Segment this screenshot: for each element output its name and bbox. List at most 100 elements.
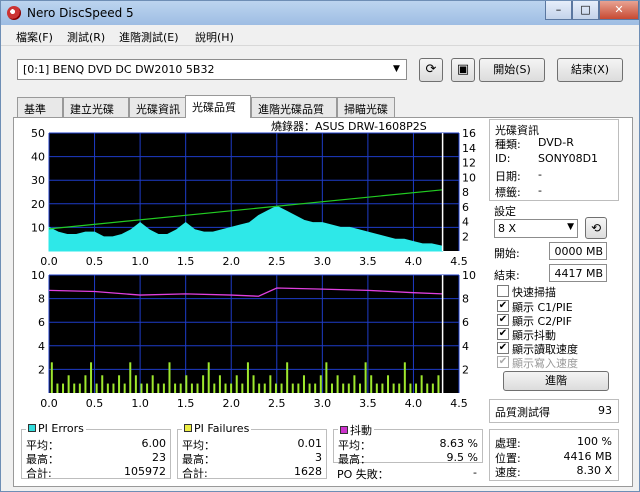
process-label: 處理: <box>495 437 521 450</box>
x-tick-label: 0.5 <box>86 255 104 267</box>
chevron-down-icon: ▼ <box>393 64 400 74</box>
y-tick-label: 6 <box>38 316 45 329</box>
pif-bar <box>398 383 401 393</box>
tab-scan-disc[interactable]: 掃瞄光碟 <box>337 97 395 117</box>
show-pif-checkbox[interactable]: ✔ <box>497 314 509 326</box>
disc-id-value: SONY08D1 <box>538 152 599 165</box>
disc-date-label: 日期: <box>495 170 521 183</box>
settings-header: 設定 <box>494 205 516 218</box>
jitter-swatch <box>340 426 348 434</box>
pif-bar <box>134 375 137 393</box>
refresh-icon[interactable]: ⟲ <box>585 217 607 239</box>
pif-bar <box>129 362 132 393</box>
pif-bar <box>297 383 300 393</box>
y-tick-label: 30 <box>31 174 45 187</box>
tab-benchmark[interactable]: 基準 <box>17 97 63 117</box>
po-failures: PO 失敗： - <box>337 466 477 481</box>
pif-bar <box>207 362 210 393</box>
pif-bar <box>364 362 367 393</box>
y2-tick-label: 12 <box>462 157 476 170</box>
y2-tick-label: 10 <box>462 171 476 184</box>
pif-bar <box>162 383 165 393</box>
settings-group: 設定 8 X ▼ ⟲ 開始: 0000 MB 結束: 4417 MB 快速掃描 … <box>489 201 619 395</box>
pi-failures-title: PI Failures <box>182 422 252 435</box>
menu-file[interactable]: 檔案(F) <box>16 29 53 45</box>
advanced-button[interactable]: 進階 <box>503 371 609 391</box>
x-tick-label: 2.0 <box>222 255 240 267</box>
tab-disc-info[interactable]: 光碟資訊 <box>129 97 193 117</box>
maximize-button[interactable]: □ <box>572 1 599 20</box>
x-tick-label: 1.0 <box>131 255 149 267</box>
title-bar[interactable]: Nero DiscSpeed 5 – □ ✕ <box>1 1 639 25</box>
x-tick-label: 2.5 <box>268 397 286 410</box>
show-read-speed-checkbox[interactable]: ✔ <box>497 342 509 354</box>
pif-bar <box>325 362 328 393</box>
start-position-field[interactable]: 0000 MB <box>549 242 607 260</box>
progress-group: 處理: 100 % 位置: 4416 MB 速度: 8.30 X <box>489 429 619 481</box>
tab-disc-quality[interactable]: 光碟品質 <box>185 95 251 118</box>
pif-bar <box>95 383 98 393</box>
y2-tick-label: 14 <box>462 142 476 155</box>
disc-type-value: DVD-R <box>538 136 574 149</box>
save-icon[interactable]: ▣ <box>451 58 475 82</box>
window-title: Nero DiscSpeed 5 <box>27 6 134 20</box>
pif-bar <box>202 375 205 393</box>
disc-info-icon[interactable]: ⟳ <box>419 58 443 82</box>
disc-date-value: - <box>538 168 542 181</box>
y2-tick-label: 6 <box>462 316 469 329</box>
menu-help[interactable]: 說明(H) <box>195 29 234 45</box>
menu-advanced[interactable]: 進階測試(E) <box>119 29 179 45</box>
pif-bar <box>123 383 126 393</box>
pif-bar <box>84 375 87 393</box>
x-tick-label: 3.5 <box>359 397 377 410</box>
tab-create-disc[interactable]: 建立光碟 <box>63 97 129 117</box>
pif-bar <box>157 383 160 393</box>
show-pie-checkbox[interactable]: ✔ <box>497 300 509 312</box>
show-jitter-checkbox[interactable]: ✔ <box>497 328 509 340</box>
x-tick-label: 4.5 <box>450 397 468 410</box>
pif-bar <box>246 362 249 393</box>
pif-bar <box>213 383 216 393</box>
pif-bar <box>291 383 294 393</box>
pif-bar <box>179 383 182 393</box>
pi-errors-stats: PI Errors 平均： 6.00 最高： 23 合計: 105972 <box>21 422 171 480</box>
y2-tick-label: 10 <box>462 271 476 282</box>
y2-tick-label: 2 <box>462 363 469 376</box>
drive-select[interactable]: [0:1] BENQ DVD DC DW2010 5B32 ▼ <box>17 59 407 80</box>
pif-bar <box>56 383 59 393</box>
pif-bar <box>431 383 434 393</box>
pif-bar <box>269 375 272 393</box>
show-write-speed-label: 顯示寫入速度 <box>512 357 578 370</box>
x-tick-label: 4.0 <box>405 397 423 410</box>
pif-bar <box>258 383 261 393</box>
y-tick-label: 20 <box>31 198 45 211</box>
start-button[interactable]: 開始(S) <box>479 58 545 82</box>
pif-bar <box>336 375 339 393</box>
pif-bar <box>241 383 244 393</box>
chevron-down-icon: ▼ <box>567 222 574 232</box>
speed-select[interactable]: 8 X ▼ <box>494 219 578 238</box>
jitter-title: 抖動 <box>338 422 374 438</box>
x-tick-label: 2.5 <box>268 255 286 267</box>
minimize-button[interactable]: – <box>545 1 572 20</box>
pif-bar <box>185 375 188 393</box>
y2-tick-label: 4 <box>462 216 469 229</box>
pif-bar <box>263 383 266 393</box>
pif-bar <box>420 375 423 393</box>
exit-button[interactable]: 結束(X) <box>557 58 623 82</box>
close-button[interactable]: ✕ <box>599 1 639 20</box>
quick-scan-checkbox[interactable] <box>497 285 509 297</box>
tab-advanced-quality[interactable]: 進階光碟品質 <box>251 97 337 117</box>
end-position-field[interactable]: 4417 MB <box>549 264 607 282</box>
pif-bar <box>342 383 345 393</box>
pif-bar <box>190 383 193 393</box>
quality-score-label: 品質測試得 <box>495 406 550 419</box>
show-write-speed-checkbox[interactable]: ✔ <box>497 356 509 368</box>
jitter-stats: 抖動 平均： 8.63 % 最高： 9.5 % <box>333 422 483 466</box>
pi-failures-stats: PI Failures 平均： 0.01 最高： 3 合計: 1628 <box>177 422 327 480</box>
pif-bar <box>101 375 104 393</box>
pi-errors-title: PI Errors <box>26 422 86 435</box>
tab-strip: 基準 建立光碟 光碟資訊 光碟品質 進階光碟品質 掃瞄光碟 <box>11 95 395 118</box>
menu-test[interactable]: 測試(R) <box>67 29 105 45</box>
pif-bar <box>67 375 70 393</box>
